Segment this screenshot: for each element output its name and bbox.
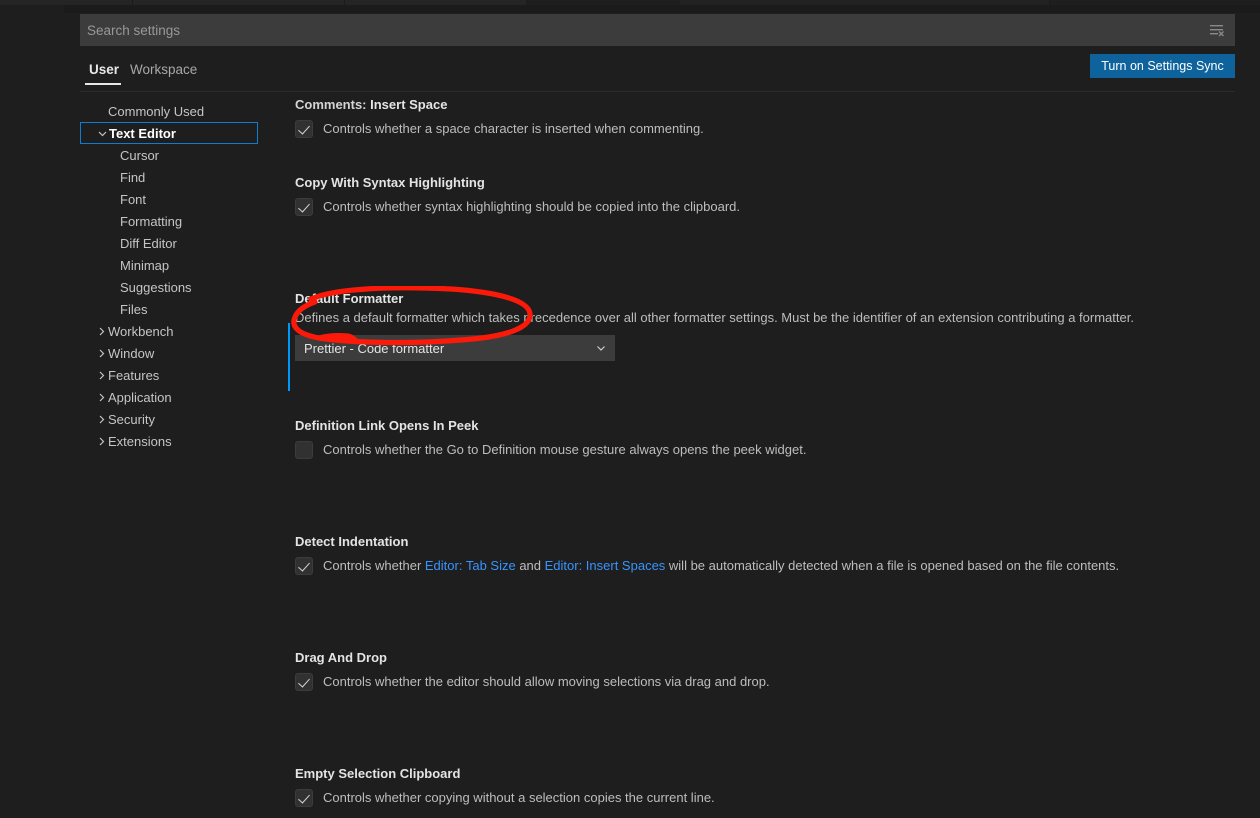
setting-control: Controls whether copying without a selec…	[288, 789, 1238, 807]
checkbox-empty-selection-clipboard[interactable]	[295, 789, 313, 807]
toc-label: Cursor	[120, 147, 160, 163]
toc-label: Security	[108, 411, 155, 427]
chevron-right-icon	[94, 412, 108, 426]
toc-item-security[interactable]: Security	[80, 408, 258, 430]
desc-part-2: and	[515, 558, 545, 573]
toc-item-cursor[interactable]: Cursor	[80, 144, 258, 166]
header-divider	[80, 91, 1235, 92]
chevron-down-icon	[595, 342, 607, 354]
setting-description: Controls whether the Go to Definition mo…	[323, 442, 807, 457]
setting-empty-selection-clipboard: Empty Selection Clipboard Controls wheth…	[288, 766, 1238, 818]
toc-item-find[interactable]: Find	[80, 166, 258, 188]
checkbox-copy-with-syntax-highlighting[interactable]	[295, 198, 313, 216]
toc-label: Text Editor	[109, 125, 176, 141]
default-formatter-dropdown[interactable]: Prettier - Code formatter	[295, 335, 615, 361]
toc-label: Suggestions	[120, 279, 192, 295]
setting-category: Comments:	[295, 97, 371, 112]
toc-item-formatting[interactable]: Formatting	[80, 210, 258, 232]
chevron-right-icon	[94, 368, 108, 382]
toc-item-minimap[interactable]: Minimap	[80, 254, 258, 276]
setting-control: Controls whether syntax highlighting sho…	[288, 198, 1238, 216]
toc-item-application[interactable]: Application	[80, 386, 258, 408]
toc-label: Font	[120, 191, 147, 207]
setting-description: Controls whether Editor: Tab Size and Ed…	[323, 557, 1119, 575]
settings-editor: User Workspace Turn on Settings Sync Com…	[0, 0, 1260, 818]
setting-title: Definition Link Opens In Peek	[295, 418, 479, 433]
chevron-right-icon	[94, 324, 108, 338]
tab-user-label: User	[89, 61, 120, 77]
chevron-right-icon	[94, 434, 108, 448]
toc-item-suggestions[interactable]: Suggestions	[80, 276, 258, 298]
setting-default-formatter: Default Formatter Defines a default form…	[288, 291, 1238, 391]
toc-label: Minimap	[120, 257, 170, 273]
toc-label: Formatting	[120, 213, 183, 229]
tab-active-underline	[85, 83, 121, 85]
turn-on-settings-sync-button[interactable]: Turn on Settings Sync	[1090, 54, 1235, 78]
toc-label: Extensions	[108, 433, 172, 449]
toc-item-features[interactable]: Features	[80, 364, 258, 386]
clear-filters-icon[interactable]	[1199, 14, 1235, 46]
setting-control: Controls whether Editor: Tab Size and Ed…	[288, 557, 1238, 575]
setting-description: Defines a default formatter which takes …	[295, 310, 1134, 325]
chevron-down-icon	[95, 126, 109, 140]
setting-copy-with-syntax-highlighting: Copy With Syntax Highlighting Controls w…	[288, 175, 1238, 253]
setting-control: Controls whether the Go to Definition mo…	[288, 441, 1238, 459]
checkbox-comments-insert-space[interactable]	[295, 120, 313, 138]
toc-item-commonly-used[interactable]: Commonly Used	[80, 100, 258, 122]
setting-comments-insert-space: Comments: Insert Space Controls whether …	[288, 97, 1238, 138]
titlebar-band	[0, 5, 1260, 13]
setting-title: Copy With Syntax Highlighting	[295, 175, 485, 190]
dropdown-value: Prettier - Code formatter	[304, 340, 445, 356]
toc-label: Features	[108, 367, 160, 383]
toc-label: Commonly Used	[108, 103, 205, 119]
desc-part-1: Controls whether	[323, 558, 425, 573]
setting-title: Detect Indentation	[295, 534, 409, 549]
chevron-right-icon	[94, 390, 108, 404]
setting-title: Comments: Insert Space	[288, 97, 1238, 113]
link-editor-insert-spaces[interactable]: Editor: Insert Spaces	[545, 558, 666, 573]
setting-detect-indentation: Detect Indentation Controls whether Edit…	[288, 534, 1238, 612]
toc-item-text-editor[interactable]: Text Editor	[80, 122, 258, 144]
setting-control: Controls whether the editor should allow…	[288, 673, 1238, 691]
settings-toc: Commonly Used Text Editor Cursor Find Fo…	[80, 100, 258, 452]
tab-workspace-label: Workspace	[130, 61, 198, 77]
setting-description: Controls whether copying without a selec…	[323, 790, 715, 805]
sidebar-stub	[0, 5, 64, 14]
toc-label: Workbench	[108, 323, 174, 339]
tab-workspace[interactable]: Workspace	[128, 52, 199, 86]
setting-description: Controls whether syntax highlighting sho…	[323, 199, 740, 214]
setting-title: Default Formatter	[295, 291, 404, 306]
modified-indicator	[288, 323, 290, 391]
setting-definition-link-opens-in-peek: Definition Link Opens In Peek Controls w…	[288, 418, 1238, 496]
search-bar[interactable]	[80, 14, 1235, 46]
search-input[interactable]	[80, 14, 1199, 46]
setting-description: Controls whether a space character is in…	[323, 121, 704, 136]
toc-item-font[interactable]: Font	[80, 188, 258, 210]
toc-label: Diff Editor	[120, 235, 177, 251]
link-editor-tab-size[interactable]: Editor: Tab Size	[425, 558, 516, 573]
toc-item-files[interactable]: Files	[80, 298, 258, 320]
toc-label: Find	[120, 169, 146, 185]
toc-item-workbench[interactable]: Workbench	[80, 320, 258, 342]
toc-label: Application	[108, 389, 172, 405]
toc-item-diff-editor[interactable]: Diff Editor	[80, 232, 258, 254]
setting-title: Drag And Drop	[295, 650, 387, 665]
toc-label: Window	[108, 345, 155, 361]
tab-user[interactable]: User	[87, 52, 121, 86]
setting-name: Insert Space	[370, 97, 448, 112]
checkbox-drag-and-drop[interactable]	[295, 673, 313, 691]
setting-drag-and-drop: Drag And Drop Controls whether the edito…	[288, 650, 1238, 728]
toc-item-window[interactable]: Window	[80, 342, 258, 364]
scope-tabs: User Workspace	[0, 52, 1260, 90]
setting-description: Controls whether the editor should allow…	[323, 674, 770, 689]
toc-item-extensions[interactable]: Extensions	[80, 430, 258, 452]
settings-list: Comments: Insert Space Controls whether …	[288, 95, 1238, 818]
toc-label: Files	[120, 301, 148, 317]
checkbox-definition-link-opens-in-peek[interactable]	[295, 441, 313, 459]
chevron-right-icon	[94, 346, 108, 360]
desc-part-3: will be automatically detected when a fi…	[665, 558, 1120, 573]
setting-control: Controls whether a space character is in…	[288, 120, 1238, 138]
setting-title: Empty Selection Clipboard	[295, 766, 461, 781]
checkbox-detect-indentation[interactable]	[295, 557, 313, 575]
